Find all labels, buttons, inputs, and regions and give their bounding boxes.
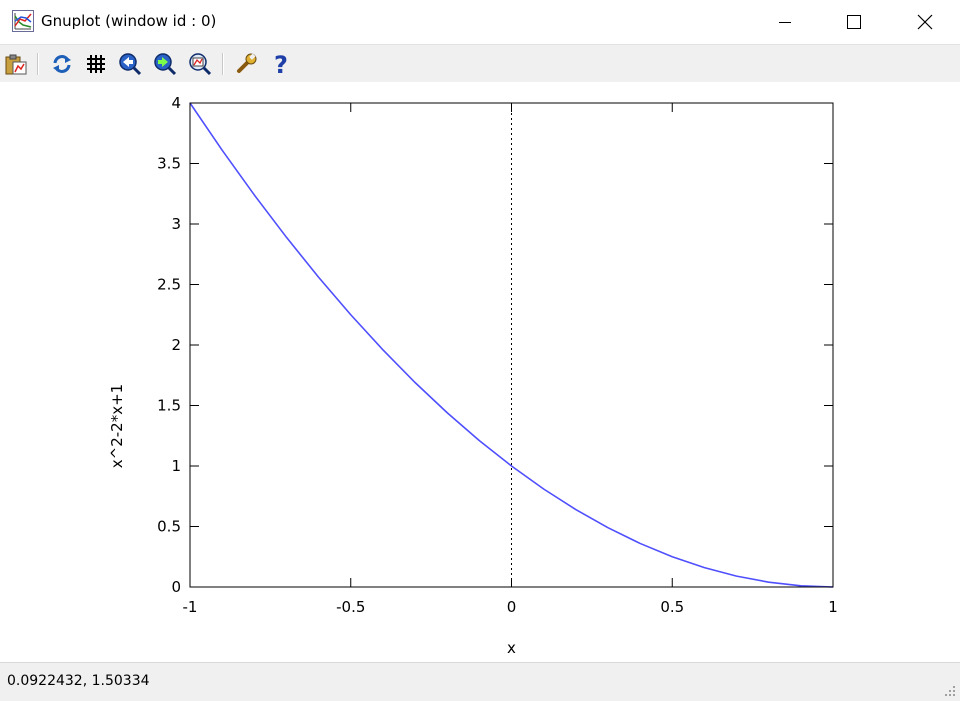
y-tick-label: 0.5: [157, 518, 181, 536]
plot-canvas[interactable]: -1 -0.5 0 0.5 1 0 0.5 1 1.5 2 2.5 3 3.5 4 x x^2-2*x+…: [0, 82, 960, 662]
toolbar-separator: [37, 53, 39, 75]
grid-icon: [87, 55, 105, 73]
x-tick-label: 0: [507, 598, 517, 616]
x-tick-label: -1: [183, 598, 198, 616]
next-zoom-button[interactable]: [152, 51, 178, 77]
y-tick-label: 0: [171, 578, 181, 596]
plot-area[interactable]: -1 -0.5 0 0.5 1 0 0.5 1 1.5 2 2.5 3 3.5 4 x x^2-2*x+…: [0, 82, 960, 662]
wrench-icon: [237, 53, 257, 73]
copy-to-clipboard-button[interactable]: [3, 51, 29, 77]
previous-zoom-button[interactable]: [117, 51, 143, 77]
toolbar: ?: [0, 44, 960, 83]
options-button[interactable]: [233, 51, 259, 77]
x-tick-label: 1: [828, 598, 838, 616]
autoscale-button[interactable]: [187, 51, 213, 77]
autoscale-icon: [189, 53, 212, 76]
y-tick-label: 1: [171, 457, 181, 475]
svg-text:?: ?: [274, 52, 288, 76]
y-tick-label: 2.5: [157, 276, 181, 294]
close-button[interactable]: [902, 0, 948, 44]
toolbar-separator: [222, 53, 224, 75]
y-tick-label: 3: [171, 215, 181, 233]
minimize-button[interactable]: [762, 0, 808, 44]
zoom-previous-icon: [119, 53, 142, 76]
mouse-coordinates: 0.0922432, 1.50334: [7, 673, 150, 689]
y-tick-label: 4: [171, 94, 181, 112]
status-bar: 0.0922432, 1.50334: [0, 662, 960, 701]
x-tick-label: -0.5: [336, 598, 365, 616]
help-button[interactable]: ?: [268, 51, 294, 77]
x-tick-label: 0.5: [660, 598, 684, 616]
window-title: Gnuplot (window id : 0): [41, 12, 217, 30]
zoom-next-icon: [154, 53, 177, 76]
gnuplot-app-icon[interactable]: [12, 10, 34, 32]
resize-grip-icon[interactable]: [944, 685, 956, 697]
y-tick-label: 3.5: [157, 155, 181, 173]
minimize-icon: [779, 22, 791, 23]
maximize-icon: [847, 15, 861, 29]
y-axis-label: x^2-2*x+1: [108, 384, 126, 468]
y-tick-label: 2: [171, 336, 181, 354]
close-icon: [917, 14, 933, 30]
title-bar: Gnuplot (window id : 0): [0, 0, 960, 44]
refresh-icon: [53, 55, 71, 73]
y-tick-label: 1.5: [157, 397, 181, 415]
replot-button[interactable]: [49, 51, 75, 77]
toggle-grid-button[interactable]: [83, 51, 109, 77]
clipboard-icon: [5, 54, 27, 75]
x-axis-label: x: [507, 639, 516, 657]
maximize-button[interactable]: [831, 0, 877, 44]
help-icon: ?: [274, 52, 288, 76]
